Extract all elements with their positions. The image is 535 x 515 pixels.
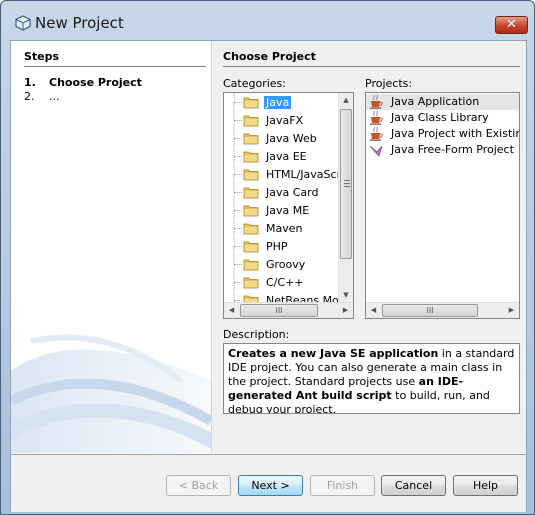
next-button[interactable]: Next > [238, 475, 303, 496]
close-button[interactable]: ✕ [495, 16, 528, 34]
steps-heading: Steps [24, 50, 60, 63]
dialog-content: Steps 1. Choose Project 2.... Choose Proj… [10, 40, 527, 512]
netbeans-cube-icon [15, 15, 31, 31]
category-label: Java ME [266, 204, 310, 217]
project-item[interactable]: Java Free-Form Project [366, 142, 519, 158]
category-label: Java EE [266, 150, 307, 163]
step-number: 2. [24, 90, 35, 103]
step-choose-project: 1. Choose Project [24, 76, 142, 89]
category-item[interactable]: Java Card [234, 184, 342, 202]
category-label: Java Web [266, 132, 317, 145]
folder-icon [243, 133, 259, 145]
category-item[interactable]: HTML/JavaScr [234, 166, 342, 184]
step-label: Choose Project [49, 76, 142, 89]
categories-label: Categories: [223, 77, 286, 90]
panel-title: Choose Project [223, 50, 316, 63]
projects-label: Projects: [365, 77, 413, 90]
description-label: Description: [223, 328, 290, 341]
project-label: Java Application [391, 95, 480, 108]
steps-panel: Steps 1. Choose Project 2.... [11, 41, 211, 453]
help-button[interactable]: Help [453, 475, 518, 496]
window-title: New Project [35, 14, 124, 32]
projects-list[interactable]: Java Application Java Class Library Java P… [365, 92, 520, 319]
category-item[interactable]: Java ME [234, 202, 342, 220]
panel-divider [223, 66, 520, 67]
new-project-dialog: New Project ✕ Steps 1. Choose Project 2.… [0, 0, 535, 515]
category-item[interactable]: Java EE [234, 148, 342, 166]
categories-vertical-scrollbar[interactable]: ▲ ▼ [338, 93, 353, 303]
category-label: PHP [266, 240, 288, 253]
step-label: ... [49, 90, 60, 103]
category-item[interactable]: Java [234, 94, 342, 112]
category-label: Maven [266, 222, 303, 235]
java-cup-icon [370, 127, 383, 141]
folder-icon [243, 259, 259, 271]
back-button[interactable]: < Back [166, 475, 231, 496]
project-item[interactable]: Java Class Library [366, 110, 519, 126]
scroll-left-arrow-icon[interactable]: ◀ [366, 303, 381, 318]
folder-icon [243, 169, 259, 181]
folder-icon [243, 277, 259, 289]
folder-icon [243, 115, 259, 127]
steps-divider [24, 66, 206, 67]
folder-icon [243, 205, 259, 217]
scroll-left-arrow-icon[interactable]: ◀ [224, 303, 239, 318]
project-label: Java Project with Existing S [391, 127, 519, 140]
step-number: 1. [24, 76, 36, 89]
scroll-thumb[interactable]: III [382, 304, 478, 317]
choose-project-panel: Choose Project Categories: Projects: Jav… [211, 41, 526, 453]
scroll-thumb[interactable]: III [240, 304, 318, 317]
category-label: JavaFX [266, 114, 304, 127]
scroll-down-arrow-icon[interactable]: ▼ [339, 288, 353, 303]
button-bar: < Back Next > Finish Cancel Help [11, 455, 526, 512]
description-bold-1: Creates a new Java SE application [228, 347, 439, 360]
scroll-up-arrow-icon[interactable]: ▲ [339, 93, 353, 108]
java-cup-icon [370, 95, 383, 109]
scroll-thumb[interactable] [340, 109, 352, 259]
category-label: Java [264, 96, 292, 109]
folder-icon [243, 97, 259, 109]
category-item[interactable]: JavaFX [234, 112, 342, 130]
scroll-right-arrow-icon[interactable]: ▶ [338, 303, 353, 318]
scroll-right-arrow-icon[interactable]: ▶ [504, 303, 519, 318]
categories-tree[interactable]: Java JavaFX Java Web Java EE HTML/JavaScr Jav… [223, 92, 354, 319]
category-item[interactable]: Java Web [234, 130, 342, 148]
finish-button[interactable]: Finish [310, 475, 375, 496]
categories-horizontal-scrollbar[interactable]: ◀ III ▶ [224, 302, 353, 318]
category-label: Java Card [266, 186, 319, 199]
step-next: 2.... [24, 90, 60, 103]
category-label: C/C++ [266, 276, 304, 289]
project-label: Java Free-Form Project [391, 143, 514, 156]
close-icon: ✕ [506, 17, 517, 32]
category-item[interactable]: PHP [234, 238, 342, 256]
cancel-button[interactable]: Cancel [381, 475, 446, 496]
free-form-project-icon [369, 145, 383, 157]
project-item[interactable]: Java Application [366, 94, 519, 110]
category-item[interactable]: Maven [234, 220, 342, 238]
category-item[interactable]: Groovy [234, 256, 342, 274]
folder-icon [243, 187, 259, 199]
category-item[interactable]: C/C++ [234, 274, 342, 292]
description-text: Creates a new Java SE application in a s… [223, 343, 520, 414]
folder-icon [243, 151, 259, 163]
java-cup-icon [370, 111, 383, 125]
project-item[interactable]: Java Project with Existing S [366, 126, 519, 142]
project-label: Java Class Library [391, 111, 489, 124]
folder-icon [243, 223, 259, 235]
tree-connector-lines [233, 93, 235, 304]
projects-horizontal-scrollbar[interactable]: ◀ III ▶ [366, 302, 519, 318]
folder-icon [243, 241, 259, 253]
category-label: HTML/JavaScr [266, 168, 342, 181]
title-bar[interactable]: New Project ✕ [1, 1, 534, 35]
category-label: Groovy [266, 258, 306, 271]
